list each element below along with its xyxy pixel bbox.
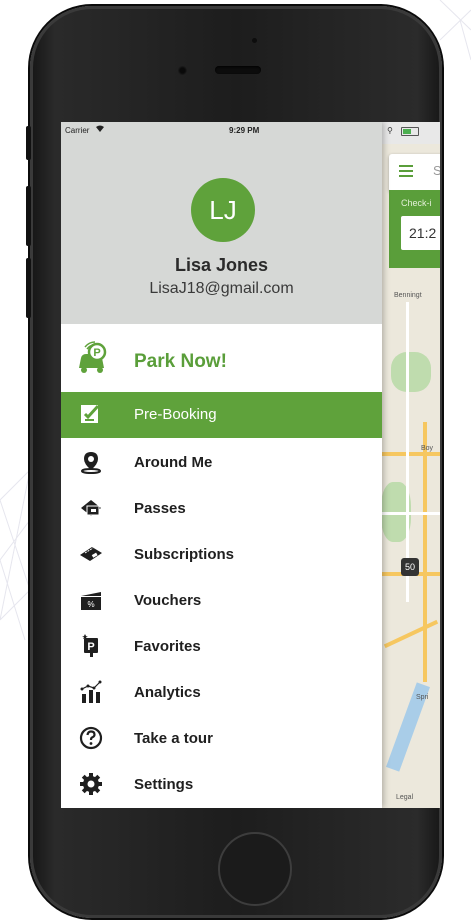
location-pin-icon <box>81 452 101 474</box>
proximity-sensor <box>252 38 257 43</box>
map-search-bar[interactable]: Se <box>389 154 440 192</box>
map-road <box>406 302 409 602</box>
menu-item-around-me[interactable]: Around Me <box>61 440 382 486</box>
checkin-time: 21:2 <box>409 225 437 241</box>
menu-item-vouchers[interactable]: % Vouchers <box>61 578 382 624</box>
menu-item-label: Analytics <box>134 684 201 701</box>
park-now-label: Park Now! <box>134 351 227 372</box>
map-road <box>423 422 427 682</box>
park-now-button[interactable]: P Park Now! <box>61 330 382 390</box>
voucher-icon: % <box>81 592 101 610</box>
map-label-legal[interactable]: Legal <box>396 794 413 801</box>
menu-item-passes[interactable]: Passes <box>61 486 382 532</box>
menu-item-label: Around Me <box>134 454 213 471</box>
checkin-panel[interactable]: Check-i 21:2 <box>389 190 440 268</box>
navigation-drawer: Carrier 9:29 PM LJ Lisa Jones LisaJ18@gm… <box>61 122 382 808</box>
hamburger-menu-icon[interactable] <box>399 165 413 177</box>
menu-item-label: Pre-Booking <box>134 406 217 423</box>
checkin-time-field[interactable]: 21:2 <box>401 216 440 250</box>
menu-item-label: Take a tour <box>134 730 213 747</box>
menu-item-label: Passes <box>134 500 186 517</box>
map-road <box>382 452 440 456</box>
menu-item-analytics[interactable]: Analytics <box>61 670 382 716</box>
menu-item-label: Favorites <box>134 638 201 655</box>
menu-item-subscriptions[interactable]: Subscriptions <box>61 532 382 578</box>
drawer-header: Carrier 9:29 PM LJ Lisa Jones LisaJ18@gm… <box>61 122 382 324</box>
wifi-icon <box>95 124 105 135</box>
home-button[interactable] <box>218 832 292 906</box>
parking-pin-icon[interactable]: 50 <box>401 558 419 576</box>
user-email: LisaJ18@gmail.com <box>149 280 294 297</box>
favorite-parking-icon: P <box>82 634 98 657</box>
svg-text:P: P <box>87 641 94 653</box>
map-label-boy: Boy <box>421 445 434 452</box>
analytics-icon <box>80 680 102 703</box>
mute-switch <box>26 126 31 160</box>
map-label-spri: Spri <box>416 694 429 701</box>
menu-item-favorites[interactable]: P Favorites <box>61 624 382 670</box>
user-name: Lisa Jones <box>174 255 269 275</box>
svg-text:P: P <box>93 347 100 359</box>
menu-item-pre-booking[interactable]: Pre-Booking <box>61 392 382 438</box>
menu-item-label: Settings <box>134 776 194 793</box>
checkin-label: Check-i <box>401 198 432 208</box>
menu-item-label: Vouchers <box>134 592 202 609</box>
svg-text:%: % <box>87 600 94 609</box>
map-road <box>382 512 440 515</box>
menu-item-take-a-tour[interactable]: Take a tour <box>61 716 382 762</box>
earpiece-speaker <box>215 66 261 74</box>
menu-item-settings[interactable]: Settings <box>61 762 382 808</box>
car-parking-icon: P <box>79 341 107 373</box>
map-search-placeholder: Se <box>433 163 440 178</box>
passes-icon <box>81 500 101 516</box>
calendar-check-icon <box>81 404 100 423</box>
map-park-area <box>391 352 431 392</box>
volume-down-button <box>26 258 31 318</box>
menu-item-label: Subscriptions <box>134 546 235 563</box>
battery-icon <box>401 127 419 136</box>
help-icon <box>79 726 103 750</box>
gear-icon <box>80 773 102 795</box>
volume-up-button <box>26 186 31 246</box>
avatar[interactable]: LJ <box>191 178 255 242</box>
map-label-benningt: Benningt <box>394 292 422 299</box>
tickets-icon <box>80 547 102 561</box>
map-road <box>383 619 439 649</box>
front-camera <box>178 66 187 75</box>
status-carrier: Carrier <box>65 126 90 135</box>
status-time: 9:29 PM <box>229 126 260 135</box>
phone-screen: ⚲ Se Check-i 21:2 Benningt Boy Spri Lega… <box>61 122 440 808</box>
status-icons: ⚲ <box>387 126 393 135</box>
